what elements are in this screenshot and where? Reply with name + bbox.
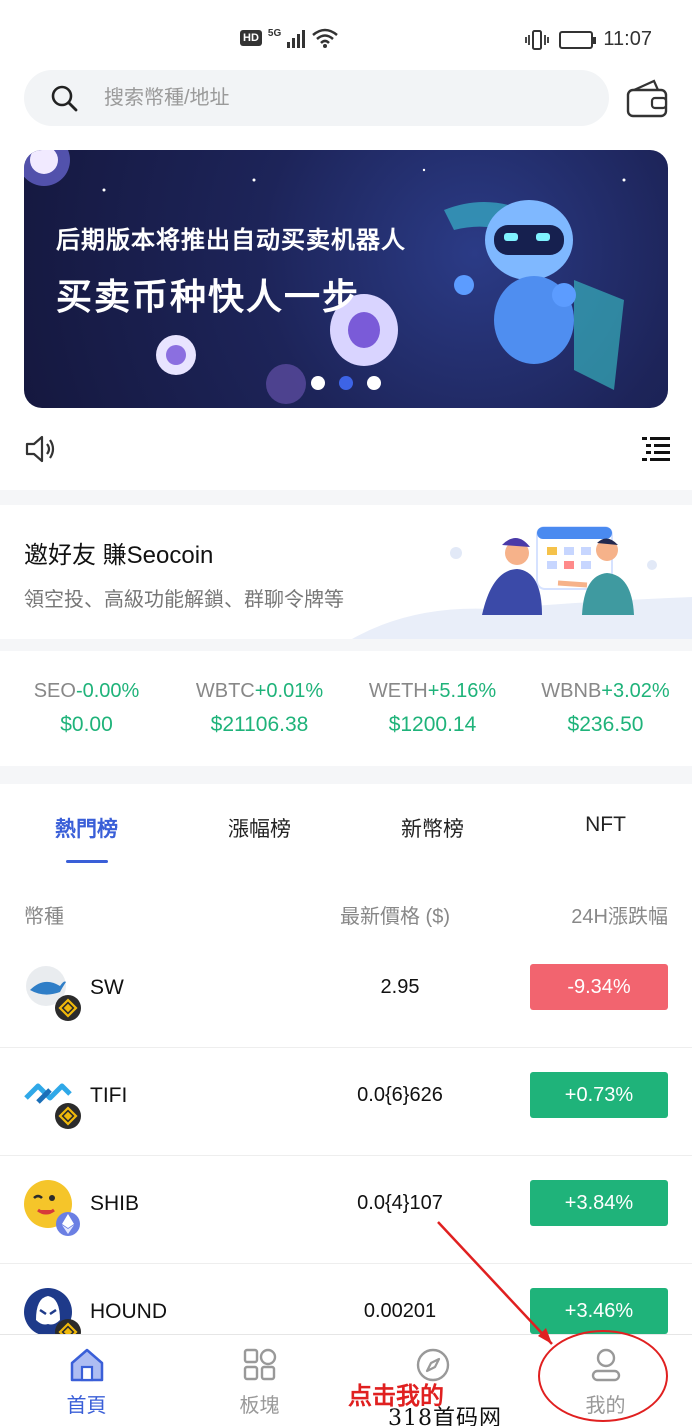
ticker-price: $21106.38 [210,713,309,736]
search-input[interactable] [104,86,544,110]
banner-pagination [311,376,381,390]
change-badge: -9.34% [530,964,668,1010]
menu-list-icon[interactable] [642,436,670,462]
nav-sectors[interactable]: 板塊 [173,1335,346,1426]
change-badge: +0.73% [530,1072,668,1118]
ticker-change: +0.01% [254,680,324,702]
status-right: 11:07 [525,28,652,51]
whale-token-icon [26,966,81,1021]
ticker-name: WETH [368,680,428,702]
invite-subtitle: 領空投、高級功能解鎖、群聊令牌等 [24,589,344,611]
search-icon [51,85,78,112]
ticker-price: $236.50 [567,713,644,736]
wallet-icon[interactable] [626,78,668,118]
token-price: 0.0{6}626 [357,1084,443,1106]
tab-gainers[interactable]: 漲幅榜 [173,785,346,865]
ticker-item[interactable]: WBTC+0.01% $21106.38 [173,650,346,768]
promo-banner[interactable]: 后期版本将推出自动买卖机器人 买卖币种快人一步 [24,150,668,408]
header-coin: 幣種 [24,906,64,928]
grid-icon [243,1348,276,1381]
home-icon [70,1348,103,1382]
header-price: 最新價格 ($) [340,906,450,928]
token-symbol: SHIB [90,1192,140,1215]
invite-title: 邀好友 賺Seocoin [24,542,214,569]
tifi-token-icon [24,1083,81,1129]
status-left: HD 5G [240,28,339,48]
ranking-tabs: 熱門榜 漲幅榜 新幣榜 NFT [0,785,692,865]
banner-title: 后期版本将推出自动买卖机器人 [56,227,406,254]
token-symbol: TIFI [90,1084,128,1107]
banner-dot[interactable] [311,376,325,390]
ticker-change: +5.16% [427,680,497,702]
ticker-name: WBTC [195,680,255,702]
search-bar[interactable] [24,70,609,126]
status-time: 11:07 [603,28,652,50]
section-divider [0,766,692,784]
token-symbol: SW [90,976,124,999]
banner-dot-active[interactable] [339,376,353,390]
token-price: 0.0{4}107 [357,1192,443,1214]
banner-headline: 买卖币种快人一步 [56,276,361,317]
table-row[interactable]: SW 2.95 -9.34% [0,940,692,1048]
token-price: 0.00201 [363,1300,437,1322]
nav-home-label: 首頁 [66,1395,107,1417]
invite-card[interactable]: 邀好友 賺Seocoin 領空投、高級功能解鎖、群聊令牌等 [0,505,692,639]
hd-badge: HD [240,30,262,46]
signal-icon [287,28,306,48]
battery-icon [559,30,597,49]
banner-dot[interactable] [367,376,381,390]
nav-home[interactable]: 首頁 [0,1335,173,1426]
ticker-item[interactable]: WETH+5.16% $1200.14 [346,650,519,768]
token-symbol: HOUND [90,1300,167,1323]
header-change: 24H漲跌幅 [571,906,668,928]
speaker-icon[interactable] [24,434,56,464]
tab-nft[interactable]: NFT [519,785,692,865]
ticker-price: $1200.14 [388,713,477,736]
nav-sectors-label: 板塊 [239,1395,280,1417]
invite-illustration [352,526,692,639]
ticker-name: SEO [33,680,76,702]
section-divider [0,490,692,506]
change-badge: +3.46% [530,1288,668,1334]
table-row[interactable]: SHIB 0.0{4}107 +3.84% [0,1156,692,1264]
table-row[interactable]: TIFI 0.0{6}626 +0.73% [0,1048,692,1156]
vibrate-icon [525,29,550,50]
ticker-item[interactable]: WBNB+3.02% $236.50 [519,650,692,768]
watermark-text: 318首码网 www.E318.com [388,1406,502,1426]
ticker-strip: SEO-0.00% $0.00 WBTC+0.01% $21106.38 WET… [0,650,692,768]
change-badge: +3.84% [530,1180,668,1226]
ticker-price: $0.00 [60,713,113,736]
table-header: 幣種 最新價格 ($) 24H漲跌幅 [0,900,692,930]
wifi-icon [312,28,339,48]
ticker-item[interactable]: SEO-0.00% $0.00 [0,650,173,768]
token-price: 2.95 [380,976,420,998]
ticker-change: +3.02% [601,680,670,702]
network-label: 5G [267,27,282,39]
tab-new-coins[interactable]: 新幣榜 [346,785,519,865]
ticker-name: WBNB [541,680,602,702]
shib-token-icon [24,1180,80,1236]
tab-hot[interactable]: 熱門榜 [0,785,173,865]
ticker-change: -0.00% [75,680,140,702]
status-bar: HD 5G 11:07 [0,0,692,64]
